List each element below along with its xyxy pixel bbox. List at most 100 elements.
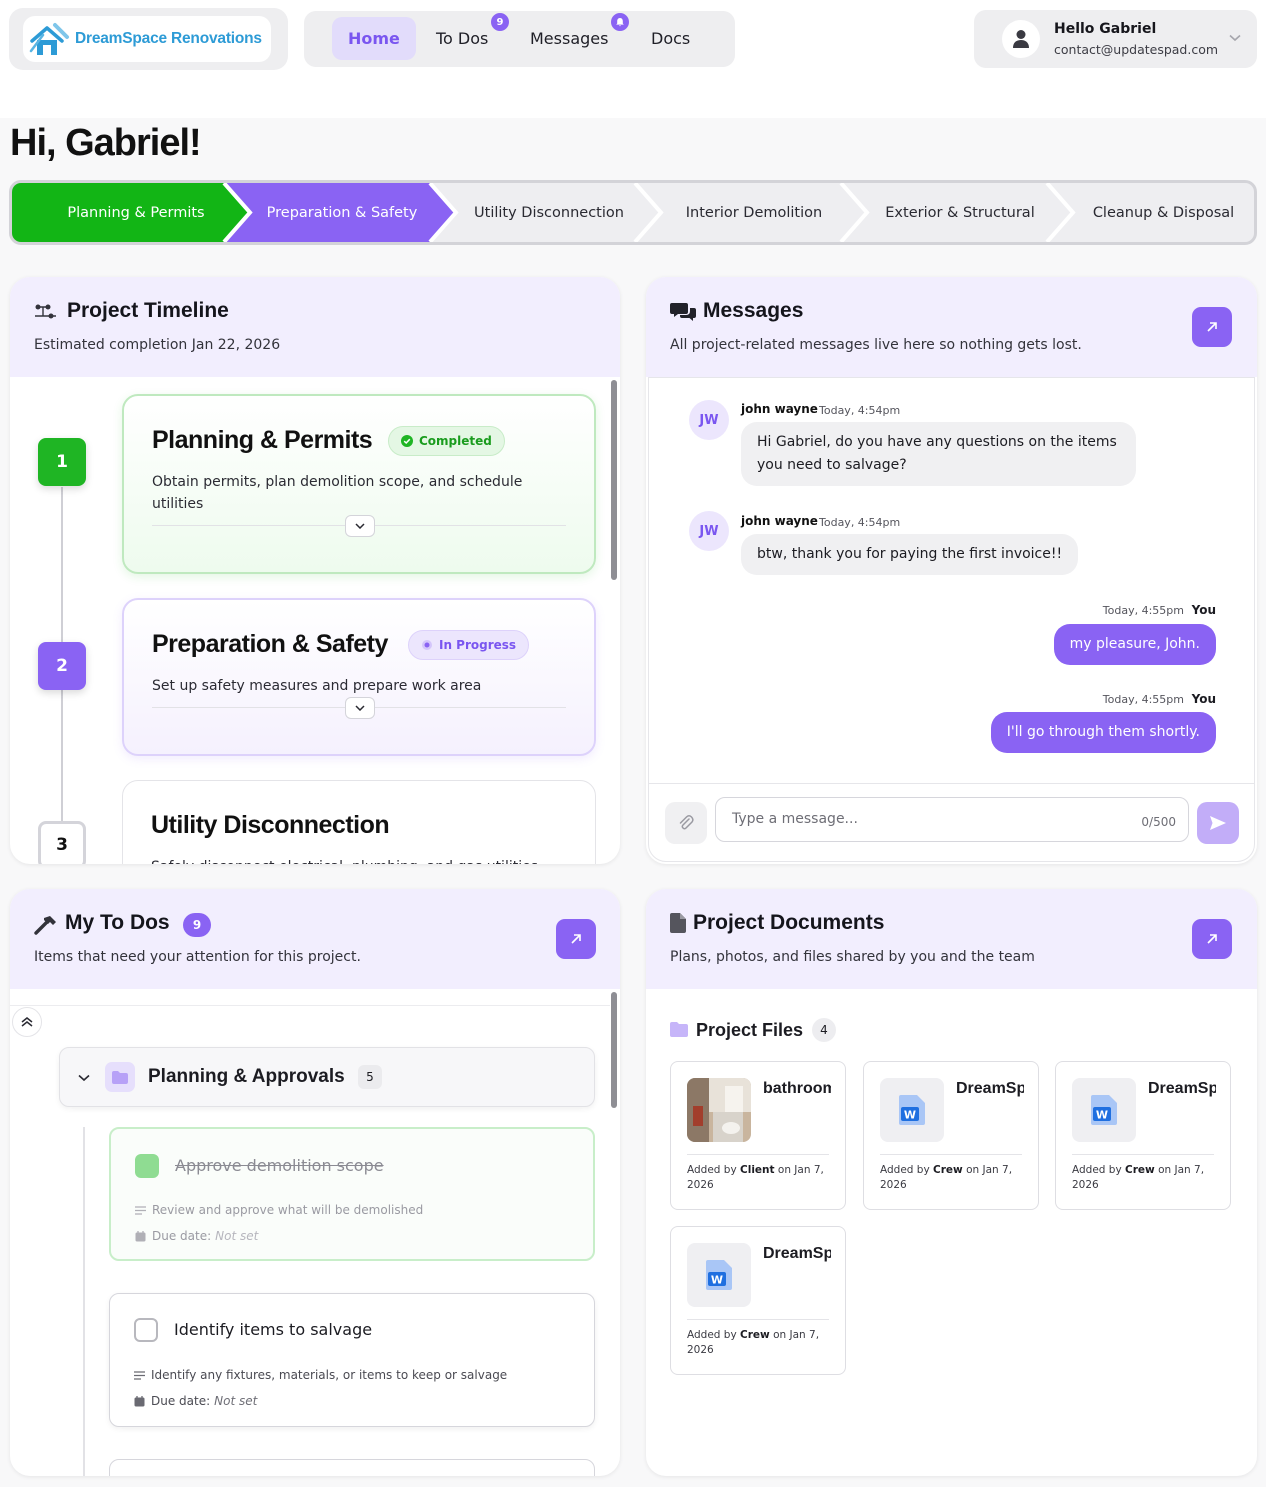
todo-item[interactable]: Identify items to salvage Identify any f…	[109, 1293, 595, 1427]
step-utility-disconnection[interactable]: Utility Disconnection	[456, 183, 642, 242]
message-time: Today, 4:54pm	[819, 516, 901, 529]
phase-number-2: 2	[38, 642, 86, 690]
arrow-up-right-icon	[1207, 934, 1217, 944]
document-tile[interactable]: W DreamSpace Added by Crew on Jan 7, 202…	[670, 1226, 846, 1375]
todo-title: Approve demolition scope	[175, 1156, 384, 1175]
file-name: DreamSpace	[956, 1080, 1024, 1097]
attach-button[interactable]	[665, 802, 707, 844]
todo-group-planning-approvals[interactable]: Planning & Approvals 5	[59, 1047, 595, 1107]
collapse-all-button[interactable]	[12, 1007, 42, 1037]
documents-card: Project Documents Plans, photos, and fil…	[646, 889, 1257, 1476]
logo-card[interactable]: DreamSpace Renovations	[9, 8, 288, 70]
chat-bubbles-icon	[670, 303, 696, 321]
svg-text:W: W	[711, 1274, 723, 1287]
nav-home[interactable]: Home	[332, 17, 416, 60]
message-bubble: I'll go through them shortly.	[990, 712, 1216, 753]
phase-card-utility[interactable]: Utility Disconnection Safely disconnect …	[122, 780, 596, 864]
documents-title: Project Documents	[693, 911, 885, 934]
todo-item[interactable]: Approve demolition scope Review and appr…	[109, 1127, 595, 1261]
document-tile[interactable]: W DreamSpace Added by Crew on Jan 7, 202…	[1055, 1061, 1231, 1210]
group-count: 5	[358, 1065, 382, 1089]
top-bar: DreamSpace Renovations Home To Dos 9 Mes…	[0, 0, 1266, 118]
phase-stepper: Planning & Permits Preparation & Safety …	[9, 180, 1257, 245]
nav-docs[interactable]: Docs	[635, 17, 706, 60]
timeline-scrollbar[interactable]	[611, 380, 617, 580]
step-preparation-safety[interactable]: Preparation & Safety	[248, 183, 436, 242]
todo-description-row: Review and approve what will be demolish…	[135, 1203, 423, 1217]
folder-icon	[105, 1062, 135, 1092]
open-todos-button[interactable]	[556, 919, 596, 959]
folder-title[interactable]: Project Files	[696, 1020, 803, 1041]
todo-description-row: Identify any fixtures, materials, or ite…	[134, 1368, 507, 1382]
document-tile[interactable]: W DreamSpace Added by Crew on Jan 7, 202…	[863, 1061, 1039, 1210]
nav-messages[interactable]: Messages	[514, 17, 624, 60]
phase-description: Obtain permits, plan demolition scope, a…	[152, 474, 523, 512]
todos-card: My To Dos 9 Items that need your attenti…	[10, 889, 620, 1476]
file-meta: Added by Crew on Jan 7, 2026	[687, 1329, 820, 1356]
open-messages-button[interactable]	[1192, 307, 1232, 347]
chevrons-up-icon	[21, 1017, 33, 1027]
step-cleanup-disposal[interactable]: Cleanup & Disposal	[1073, 183, 1254, 242]
message-input[interactable]: Type a message... 0/500	[715, 797, 1189, 842]
message-bubble: Hi Gabriel, do you have any questions on…	[741, 422, 1136, 486]
brand-name: DreamSpace Renovations	[75, 30, 262, 47]
checkbox-checked[interactable]	[135, 1154, 159, 1178]
phase-title: Preparation & Safety	[152, 630, 388, 658]
messages-card: Messages All project-related messages li…	[646, 277, 1257, 864]
sender-name: You	[1191, 603, 1216, 617]
timeline-title: Project Timeline	[67, 299, 229, 322]
send-icon	[1210, 816, 1226, 830]
todos-scrollbar[interactable]	[611, 992, 617, 1108]
bell-icon	[609, 11, 631, 33]
user-menu[interactable]: Hello Gabriel contact@updatespad.com	[974, 10, 1257, 68]
brand-logo[interactable]: DreamSpace Renovations	[23, 16, 271, 62]
page-title: Hi, Gabriel!	[10, 122, 202, 164]
messages-header: Messages All project-related messages li…	[646, 277, 1257, 377]
todos-body[interactable]: Planning & Approvals 5 Approve demolitio…	[10, 989, 620, 1476]
message-time: Today, 4:55pm	[1102, 693, 1184, 706]
char-count: 0/500	[1141, 815, 1176, 829]
avatar: JW	[689, 511, 729, 551]
message-bubble: btw, thank you for paying the first invo…	[741, 534, 1079, 575]
send-button[interactable]	[1197, 802, 1239, 844]
hammer-icon	[34, 916, 56, 935]
house-logo-icon	[29, 23, 69, 55]
checkbox-unchecked[interactable]	[134, 1318, 158, 1342]
expand-phase-button[interactable]	[345, 697, 375, 719]
project-timeline-card: Project Timeline Estimated completion Ja…	[10, 277, 620, 864]
divider	[687, 1154, 829, 1155]
due-label: Due date:	[151, 1394, 211, 1408]
file-meta: Added by Crew on Jan 7, 2026	[1072, 1164, 1205, 1191]
check-circle-icon	[401, 435, 413, 447]
todo-item[interactable]	[109, 1459, 595, 1476]
arrow-up-right-icon	[571, 934, 581, 944]
chat-area[interactable]: JW john wayne Today, 4:54pm Hi Gabriel, …	[648, 377, 1255, 862]
document-tile[interactable]: bathroom Added by Client on Jan 7, 2026	[670, 1061, 846, 1210]
open-documents-button[interactable]	[1192, 919, 1232, 959]
user-greeting: Hello Gabriel	[1054, 21, 1157, 37]
timeline-body[interactable]: 1 Planning & Permits Completed Obtain pe…	[10, 377, 620, 864]
message-bubble: my pleasure, John.	[1053, 624, 1216, 665]
file-meta: Added by Client on Jan 7, 2026	[687, 1164, 824, 1191]
messages-subtitle: All project-related messages live here s…	[670, 337, 1082, 353]
phase-title: Planning & Permits	[152, 426, 373, 454]
phase-number-3: 3	[38, 821, 86, 864]
group-connector	[83, 1127, 85, 1476]
todo-due-row: Due date: Not set	[135, 1229, 258, 1243]
divider	[687, 1319, 829, 1320]
phase-card-planning[interactable]: Planning & Permits Completed Obtain perm…	[122, 394, 596, 574]
due-value: Not set	[214, 1394, 258, 1408]
due-value: Not set	[215, 1229, 259, 1243]
phase-card-preparation[interactable]: Preparation & Safety In Progress Set up …	[122, 598, 596, 756]
expand-phase-button[interactable]	[345, 515, 375, 537]
step-exterior-structural[interactable]: Exterior & Structural	[867, 183, 1053, 242]
todos-title: My To Dos	[65, 911, 170, 934]
step-interior-demolition[interactable]: Interior Demolition	[661, 183, 847, 242]
todos-count-badge: 9	[183, 913, 211, 937]
chevron-down-icon[interactable]	[1229, 34, 1241, 42]
document-icon	[670, 913, 686, 933]
timeline-subtitle: Estimated completion Jan 22, 2026	[34, 337, 281, 353]
user-email: contact@updatespad.com	[1054, 42, 1219, 57]
phase-number-1: 1	[38, 438, 86, 486]
step-planning-permits[interactable]: Planning & Permits	[32, 183, 240, 242]
